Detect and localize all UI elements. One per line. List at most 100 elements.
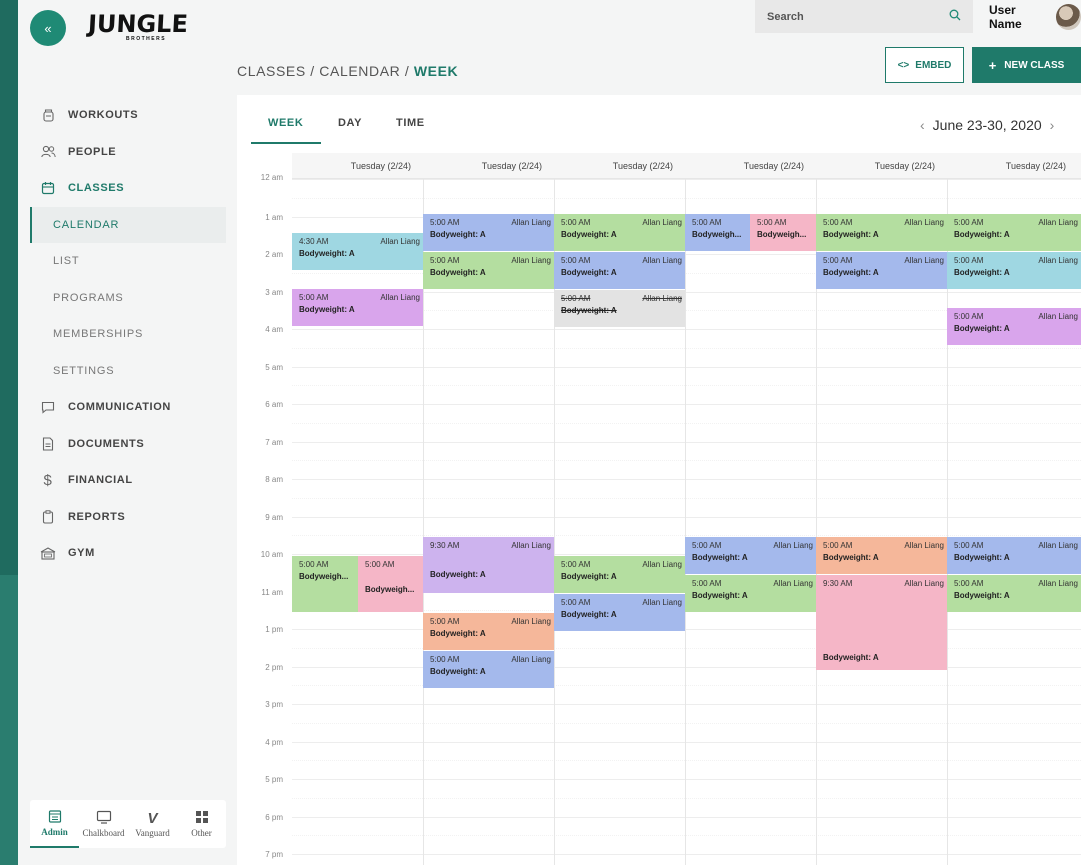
class-event[interactable]: 5:00 AM Allan Liang Bodyweight: A bbox=[947, 575, 1081, 612]
app-switch-label: Chalkboard bbox=[82, 828, 125, 838]
event-header: 5:00 AM Allan Liang bbox=[954, 218, 1078, 227]
day-header[interactable]: Tuesday (2/24) bbox=[816, 153, 947, 178]
sidebar-item-workouts[interactable]: WORKOUTS bbox=[30, 97, 226, 134]
class-event[interactable]: 9:30 AM Allan Liang Bodyweight: A bbox=[816, 575, 947, 670]
app-switcher: Admin Chalkboard V Vanguard Other bbox=[30, 800, 226, 848]
event-time: 5:00 AM bbox=[430, 256, 460, 265]
user-menu[interactable]: User Name bbox=[989, 0, 1081, 33]
class-event[interactable]: 5:00 AM Bodyweigh... bbox=[685, 214, 750, 251]
event-header: 5:00 AM bbox=[757, 218, 813, 227]
event-header: 5:00 AM Allan Liang bbox=[954, 256, 1078, 265]
sidebar-subitem-programs[interactable]: PROGRAMS bbox=[30, 280, 226, 317]
class-event[interactable]: 5:00 AM Allan Liang Bodyweight: A bbox=[423, 651, 554, 688]
tab-week[interactable]: WEEK bbox=[251, 117, 321, 144]
search-icon[interactable] bbox=[949, 9, 961, 24]
logo-main-text: JUNGLE bbox=[87, 10, 189, 38]
class-event[interactable]: 5:00 AM Allan Liang Bodyweight: A bbox=[947, 308, 1081, 345]
hour-gridline bbox=[292, 854, 1081, 855]
event-time: 5:00 AM bbox=[430, 617, 460, 626]
brand-logo: JUNGLE BROTHERS bbox=[87, 10, 189, 50]
tab-time[interactable]: TIME bbox=[379, 117, 442, 144]
app-switch-admin[interactable]: Admin bbox=[30, 800, 79, 848]
day-header[interactable]: Tuesday (2/24) bbox=[685, 153, 816, 178]
sidebar-item-documents[interactable]: DOCUMENTS bbox=[30, 426, 226, 463]
sidebar-item-label: COMMUNICATION bbox=[68, 401, 171, 414]
sidebar-subitem-memberships[interactable]: MEMBERSHIPS bbox=[30, 316, 226, 353]
class-event[interactable]: 5:00 AM Allan Liang Bodyweight: A bbox=[423, 613, 554, 650]
hour-label: 10 am bbox=[260, 550, 283, 559]
event-time: 5:00 AM bbox=[561, 256, 591, 265]
class-event[interactable]: 5:00 AM Allan Liang Bodyweight: A bbox=[685, 537, 816, 574]
sidebar-subitem-list[interactable]: LIST bbox=[30, 243, 226, 280]
day-header[interactable]: Tuesday (2/24) bbox=[947, 153, 1078, 178]
sidebar-item-label: WORKOUTS bbox=[68, 109, 139, 122]
sidebar-item-people[interactable]: PEOPLE bbox=[30, 134, 226, 171]
class-event[interactable]: 5:00 AM Allan Liang Bodyweight: A bbox=[554, 252, 685, 289]
sidebar-item-communication[interactable]: COMMUNICATION bbox=[30, 389, 226, 426]
event-coach: Allan Liang bbox=[904, 218, 944, 227]
day-header[interactable]: Tuesday (2/24) bbox=[554, 153, 685, 178]
sidebar-subitem-calendar[interactable]: CALENDAR bbox=[30, 206, 226, 243]
hour-label: 2 am bbox=[265, 250, 283, 259]
class-event[interactable]: 5:00 AM Allan Liang Bodyweight: A bbox=[423, 214, 554, 251]
vanguard-icon: V bbox=[147, 810, 158, 827]
sidebar-subitem-settings[interactable]: SETTINGS bbox=[30, 353, 226, 390]
event-name: Bodyweight: A bbox=[561, 306, 617, 315]
hour-label: 7 am bbox=[265, 437, 283, 447]
day-header[interactable]: Tuesday (2/24) bbox=[423, 153, 554, 178]
breadcrumb-calendar[interactable]: CALENDAR bbox=[319, 63, 400, 79]
class-event[interactable]: 5:00 AM Allan Liang Bodyweight: A bbox=[554, 556, 685, 593]
chevron-right-icon[interactable]: › bbox=[1042, 117, 1063, 133]
event-time: 5:00 AM bbox=[823, 218, 853, 227]
event-coach: Allan Liang bbox=[773, 541, 813, 550]
class-event[interactable]: 5:00 AM Bodyweigh... bbox=[292, 556, 358, 612]
plus-icon: + bbox=[988, 57, 997, 73]
hour-gridline bbox=[292, 479, 1081, 480]
sidebar-item-gym[interactable]: GYM bbox=[30, 535, 226, 572]
class-event[interactable]: 5:00 AM Allan Liang Bodyweight: A bbox=[947, 214, 1081, 251]
class-event[interactable]: 5:00 AM Allan Liang Bodyweight: A bbox=[685, 575, 816, 612]
class-event[interactable]: 5:00 AM Allan Liang Bodyweight: A bbox=[554, 594, 685, 631]
event-name: Bodyweight: A bbox=[299, 249, 355, 258]
day-header[interactable]: Tuesday (2/24) bbox=[292, 153, 423, 178]
app-switch-vanguard[interactable]: V Vanguard bbox=[128, 800, 177, 848]
hour-label: 2 pm bbox=[265, 662, 283, 672]
event-header: 5:00 AM Allan Liang bbox=[692, 579, 813, 588]
event-header: 4:30 AM Allan Liang bbox=[299, 237, 420, 246]
class-event[interactable]: 5:00 AM Allan Liang Bodyweight: A bbox=[816, 537, 947, 574]
breadcrumb-classes[interactable]: CLASSES bbox=[237, 63, 306, 79]
event-coach: Allan Liang bbox=[511, 655, 551, 664]
class-event[interactable]: 4:30 AM Allan Liang Bodyweight: A bbox=[292, 233, 423, 270]
class-event[interactable]: 5:00 AM Allan Liang Bodyweight: A bbox=[292, 289, 423, 326]
day-divider bbox=[685, 179, 686, 865]
chevron-left-icon[interactable]: ‹ bbox=[912, 117, 933, 133]
sidebar-item-label: REPORTS bbox=[68, 510, 126, 523]
kettlebell-icon bbox=[40, 107, 56, 123]
app-switch-chalkboard[interactable]: Chalkboard bbox=[79, 800, 128, 848]
tab-day[interactable]: DAY bbox=[321, 117, 379, 144]
avatar[interactable] bbox=[1055, 3, 1081, 30]
search-input[interactable]: Search bbox=[755, 0, 973, 33]
class-event[interactable]: 5:00 AM Bodyweigh... bbox=[750, 214, 816, 251]
date-navigator: ‹ June 23-30, 2020 › bbox=[912, 117, 1062, 133]
event-header: 5:00 AM Allan Liang bbox=[954, 541, 1078, 550]
class-event[interactable]: 5:00 AM Allan Liang Bodyweight: A bbox=[554, 214, 685, 251]
class-event[interactable]: 5:00 AM Allan Liang Bodyweight: A bbox=[947, 252, 1081, 289]
collapse-sidebar-button[interactable]: « bbox=[30, 10, 66, 46]
app-switch-other[interactable]: Other bbox=[177, 800, 226, 848]
hour-label: 6 pm bbox=[265, 812, 283, 822]
class-event[interactable]: 5:00 AM Allan Liang Bodyweight: A bbox=[423, 252, 554, 289]
class-event[interactable]: 9:30 AM Allan Liang Bodyweight: A bbox=[423, 537, 554, 593]
sidebar-item-classes[interactable]: CLASSES bbox=[30, 170, 226, 207]
embed-button[interactable]: <> EMBED bbox=[885, 47, 964, 83]
sidebar-item-reports[interactable]: REPORTS bbox=[30, 499, 226, 536]
class-event[interactable]: 5:00 AM Allan Liang Bodyweight: A bbox=[816, 252, 947, 289]
new-class-button[interactable]: + NEW CLASS bbox=[972, 47, 1081, 83]
class-event[interactable]: 5:00 AM Allan Liang Bodyweight: A bbox=[554, 290, 685, 327]
double-chevron-left-icon: « bbox=[44, 20, 52, 36]
code-icon: <> bbox=[897, 59, 910, 71]
sidebar-item-financial[interactable]: $ FINANCIAL bbox=[30, 462, 226, 499]
class-event[interactable]: 5:00 AM Allan Liang Bodyweight: A bbox=[947, 537, 1081, 574]
class-event[interactable]: 5:00 AM Bodyweigh... bbox=[358, 556, 423, 612]
class-event[interactable]: 5:00 AM Allan Liang Bodyweight: A bbox=[816, 214, 947, 251]
